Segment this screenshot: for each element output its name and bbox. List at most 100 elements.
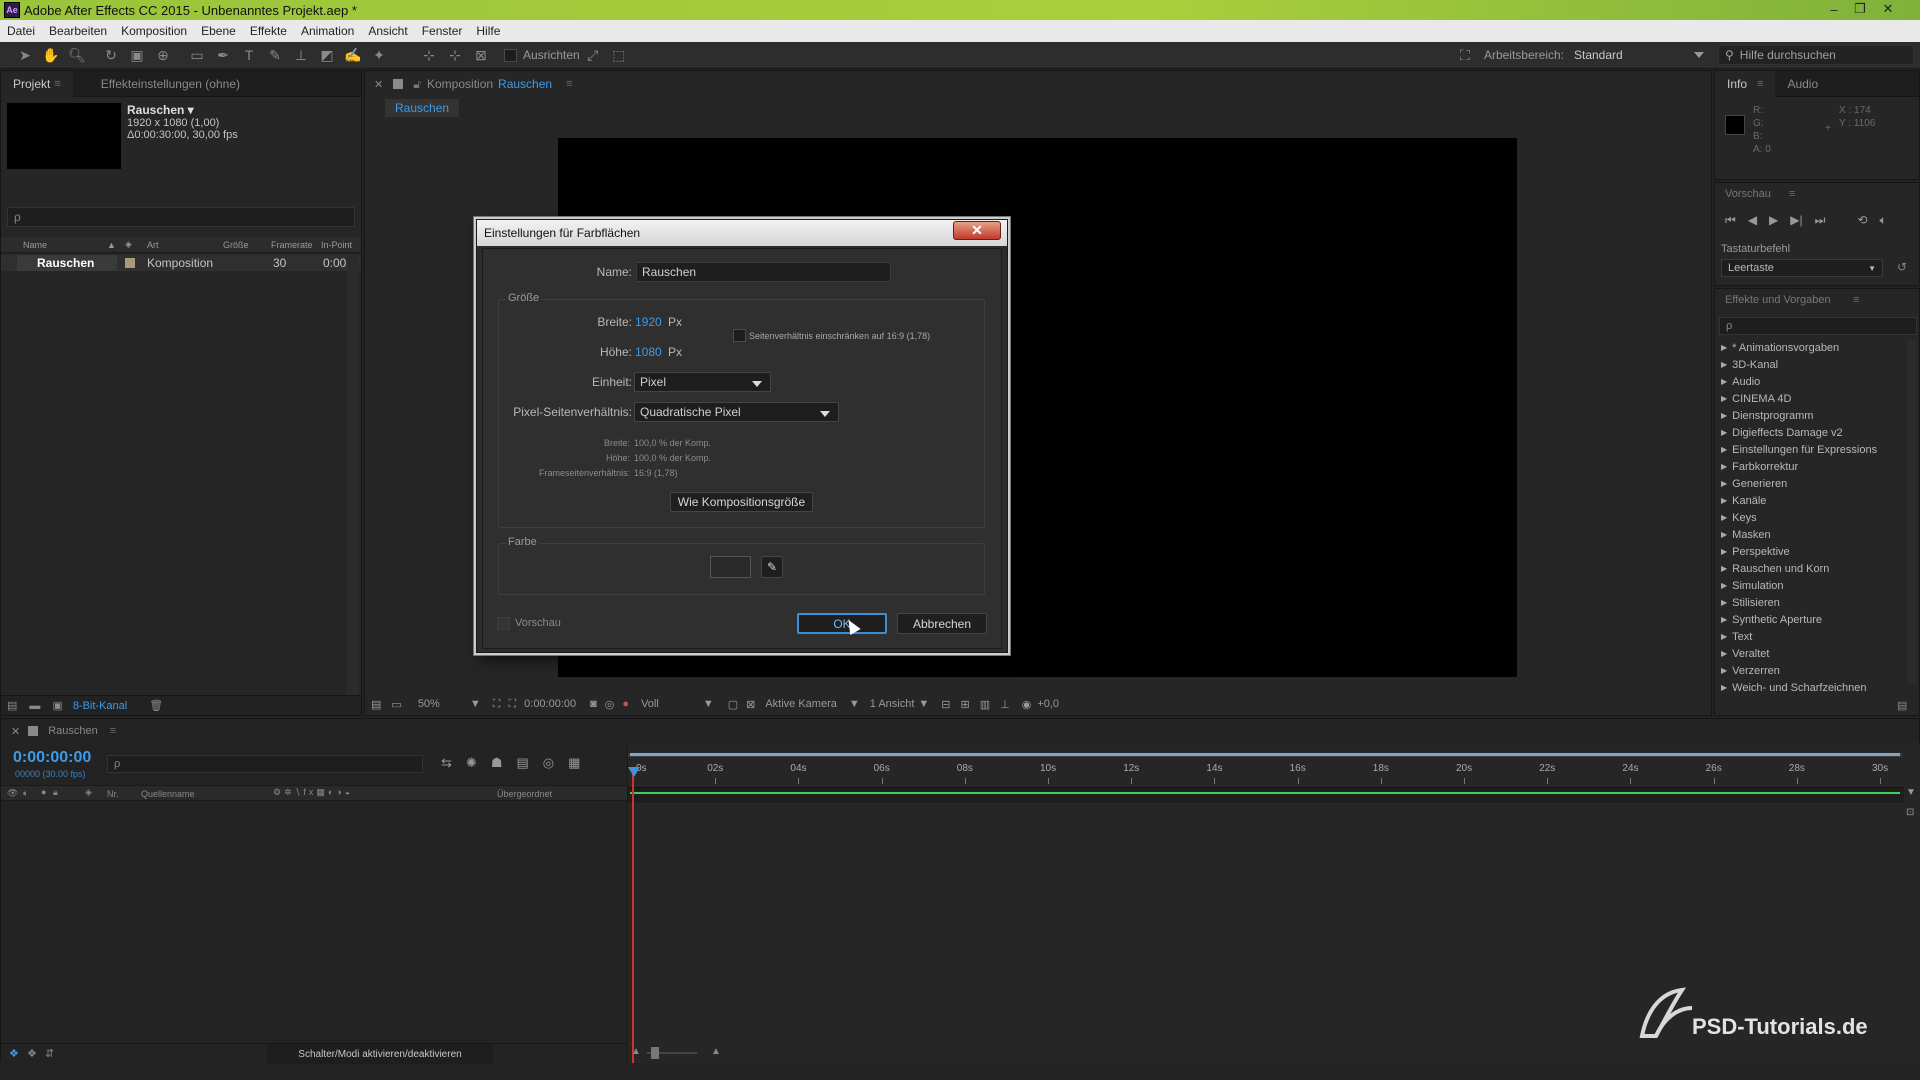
comp-size-button[interactable]: Wie Kompositionsgröße [670,492,813,512]
fast-preview-icon[interactable]: ⊞ [961,698,970,711]
project-item-name[interactable]: Rauschen ▾ [127,103,194,117]
roto-brush-tool-icon[interactable]: ✍ [342,45,364,65]
effects-category-item[interactable]: ▶ Farbkorrektur [1715,458,1905,475]
last-frame-icon[interactable]: ⏭ [1815,213,1826,228]
effects-category-item[interactable]: ▶ CINEMA 4D [1715,390,1905,407]
close-icon[interactable]: ✕ [1876,0,1900,18]
dialog-close-button[interactable]: ✕ [953,221,1001,240]
zoom-slider[interactable]: ▲ ▲ [627,1043,747,1063]
tab-effect-controls[interactable]: Effekteinstellungen (ohne) [73,71,252,97]
zoom-slider-thumb[interactable] [651,1047,659,1059]
effects-category-item[interactable]: ▶ Verzerren [1715,662,1905,679]
lock-icon[interactable]: 🔒︎ [53,787,58,798]
lock-icon[interactable]: 🔓︎ [413,77,421,92]
effects-category-item[interactable]: ▶ Simulation [1715,577,1905,594]
effects-category-item[interactable]: ▶ Rauschen und Korn [1715,560,1905,577]
hand-tool-icon[interactable]: ✋ [40,45,62,65]
effects-category-item[interactable]: ▶ Einstellungen für Expressions [1715,441,1905,458]
text-tool-icon[interactable]: T [238,45,260,65]
effects-category-item[interactable]: ▶ 3D-Kanal [1715,356,1905,373]
safe-zones-icon[interactable]: ⛶ [508,698,516,711]
menu-datei[interactable]: Datei [0,24,42,38]
effects-category-item[interactable]: ▶ Generieren [1715,475,1905,492]
menu-effekte[interactable]: Effekte [243,24,294,38]
brush-tool-icon[interactable]: ✎ [264,45,286,65]
panel-menu-icon[interactable]: ≡ [54,78,60,90]
snap-checkbox[interactable] [504,48,517,62]
first-frame-icon[interactable]: ⏮ [1725,213,1736,228]
comp-tab-name[interactable]: Rauschen [498,77,552,91]
menu-ansicht[interactable]: Ansicht [361,24,414,38]
always-preview-icon[interactable]: ▤ [371,698,381,711]
effects-category-item[interactable]: ▶ Text [1715,628,1905,645]
effects-category-item[interactable]: ▶ * Animationsvorgaben [1715,339,1905,356]
effects-scrollbar[interactable] [1907,339,1917,683]
timeline-timecode[interactable]: 0:00:00:00 [13,749,91,767]
col-source-name[interactable]: Quellenname [141,789,195,799]
tab-project[interactable]: Projekt ≡ [1,70,73,97]
label-color-swatch[interactable] [125,258,135,268]
col-type[interactable]: Art [147,240,159,250]
monitor-icon[interactable]: ▭ [391,698,401,711]
tab-audio[interactable]: Audio [1775,71,1830,97]
panel-menu-icon[interactable]: ≡ [566,78,572,90]
effects-category-item[interactable]: ▶ Synthetic Aperture [1715,611,1905,628]
play-icon[interactable]: ▶ [1769,213,1778,228]
reset-icon[interactable]: ↺ [1897,260,1907,274]
layer-switches-icon[interactable]: ❖ [9,1047,19,1060]
col-size[interactable]: Größe [223,240,249,250]
effects-category-item[interactable]: ▶ Dienstprogramm [1715,407,1905,424]
effects-category-item[interactable]: ▶ Digieffects Damage v2 [1715,424,1905,441]
ok-button[interactable]: OK [797,613,887,634]
selection-tool-icon[interactable]: ➤ [14,45,36,65]
par-select[interactable]: Quadratische Pixel [634,402,839,422]
rotate-tool-icon[interactable]: ↻ [100,45,122,65]
effects-category-item[interactable]: ▶ Masken [1715,526,1905,543]
name-input[interactable]: Rauschen [636,262,891,282]
zoom-out-icon[interactable]: ▲ [631,1046,641,1057]
pan-behind-tool-icon[interactable]: ⊕ [152,45,174,65]
exposure-icon[interactable]: ◉ [1022,698,1032,711]
exposure-value[interactable]: +0,0 [1037,698,1059,710]
restore-icon[interactable]: ❐ [1848,0,1872,18]
transfer-controls-icon[interactable]: ❖ [27,1047,37,1060]
close-tab-icon[interactable]: ✕ [11,725,20,738]
color-swatch[interactable] [710,556,751,578]
current-time[interactable]: 0:00:00:00 [524,698,576,710]
project-search-input[interactable]: ρ [7,207,355,227]
stamp-tool-icon[interactable]: ⊥ [290,45,312,65]
project-row[interactable]: Rauschen Komposition 30 0:00 [1,255,361,271]
playhead-handle-icon[interactable] [628,767,640,777]
camera-tool-icon[interactable]: ▣ [126,45,148,65]
rectangle-tool-icon[interactable]: ▭ [186,45,208,65]
mute-icon[interactable]: 🔈︎ [1880,213,1887,228]
shy-icon[interactable]: ☗ [491,755,503,771]
effects-category-item[interactable]: ▶ Stilisieren [1715,594,1905,611]
zoom-tool-icon[interactable]: 🔍︎ [66,45,88,65]
shortcut-select[interactable]: Leertaste ▼ [1721,259,1883,277]
audio-icon[interactable]: 🔈︎ [23,788,28,799]
interpret-footage-icon[interactable]: ▤ [7,699,17,712]
toggle-pixel-icon[interactable]: ⊟ [941,698,950,711]
camera-select[interactable]: Aktive Kamera [765,698,837,710]
loop-icon[interactable]: ⟲ [1857,213,1867,228]
width-field[interactable]: 1920 Px [635,315,682,329]
comp-subtab[interactable]: Rauschen [385,99,460,117]
time-ruler[interactable]: 0s 02s 04s 06s 08s 10s 12s 14s 16s 18s 20s 22s 24s 26… [632,763,1900,787]
snap-option-icon[interactable]: ⤢ [582,45,604,65]
composition-navigator-icon[interactable]: ⊡ [1906,807,1914,818]
comp-mini-flowchart-icon[interactable]: ⇆ [441,755,452,771]
puppet-pin-tool-icon[interactable]: ✦ [368,45,390,65]
views-select[interactable]: 1 Ansicht [870,698,915,710]
effects-category-item[interactable]: ▶ Perspektive [1715,543,1905,560]
pen-tool-icon[interactable]: ✒ [212,45,234,65]
menu-ebene[interactable]: Ebene [194,24,243,38]
effects-search-input[interactable]: ρ [1719,317,1917,335]
effects-category-item[interactable]: ▶ Veraltet [1715,645,1905,662]
local-axis-icon[interactable]: ⊹ [418,45,440,65]
workspace-select[interactable]: Standard [1570,46,1708,64]
height-field[interactable]: 1080 Px [635,345,682,359]
project-scrollbar[interactable] [347,255,359,695]
effects-category-item[interactable]: ▶ Weich- und Scharfzeichnen [1715,679,1905,696]
motion-blur-icon[interactable]: ◎ [543,755,554,771]
